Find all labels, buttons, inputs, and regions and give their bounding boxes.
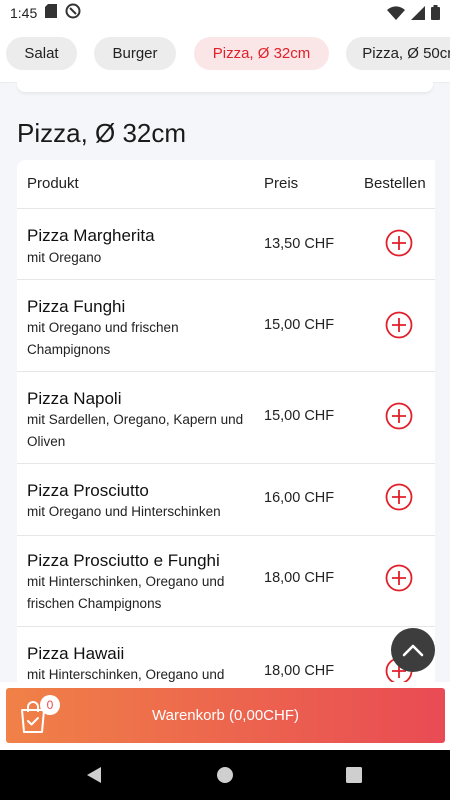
table-row: Pizza Margherita mit Oregano 13,50 CHF (17, 209, 435, 280)
header-order: Bestellen (364, 175, 426, 192)
product-price: 18,00 CHF (264, 570, 335, 586)
plus-circle-icon (385, 311, 413, 339)
sd-card-icon (45, 3, 58, 23)
product-price: 15,00 CHF (264, 317, 335, 333)
previous-section-card (17, 82, 433, 92)
plus-circle-icon (385, 564, 413, 592)
signal-icon (411, 5, 425, 25)
status-bar: 1:45 (0, 0, 450, 26)
cart-label: Warenkorb (0,00CHF) (152, 707, 299, 724)
table-header: Produkt Preis Bestellen (17, 160, 435, 209)
add-to-cart-button[interactable] (385, 483, 413, 511)
battery-icon (431, 5, 440, 25)
scroll-to-top-button[interactable] (391, 628, 435, 672)
tab-salat[interactable]: Salat (6, 37, 77, 70)
product-name: Pizza Prosciutto e Funghi (27, 551, 220, 570)
product-price: 15,00 CHF (264, 408, 335, 424)
product-description: mit Oregano und Hinterschinken (27, 504, 221, 519)
plus-circle-icon (385, 402, 413, 430)
product-description: mit Sardellen, Oregano, Kapern und Olive… (27, 412, 244, 449)
product-name: Pizza Napoli (27, 389, 122, 408)
add-to-cart-button[interactable] (385, 229, 413, 257)
product-description: mit Oregano und frischen Champignons (27, 320, 179, 357)
product-price: 13,50 CHF (264, 236, 335, 252)
plus-circle-icon (385, 483, 413, 511)
tab-pizza-50[interactable]: Pizza, Ø 50cm (346, 37, 450, 70)
product-name: Pizza Hawaii (27, 644, 125, 663)
recents-icon[interactable] (346, 767, 362, 788)
system-nav-bar (0, 750, 450, 800)
cart-bar: 0 Warenkorb (0,00CHF) (0, 682, 450, 750)
home-icon[interactable] (216, 766, 234, 789)
table-row: Pizza Prosciutto e Funghi mit Hinterschi… (17, 536, 435, 627)
sync-icon (65, 3, 81, 24)
status-time: 1:45 (10, 5, 38, 21)
plus-circle-icon (385, 229, 413, 257)
add-to-cart-button[interactable] (385, 564, 413, 592)
add-to-cart-button[interactable] (385, 311, 413, 339)
product-name: Pizza Funghi (27, 297, 126, 316)
category-tabs: Salat Burger Pizza, Ø 32cm Pizza, Ø 50cm (0, 26, 450, 83)
wifi-icon (387, 5, 405, 25)
add-to-cart-button[interactable] (385, 402, 413, 430)
product-description: mit Hinterschinken, Oregano und frischen… (27, 574, 225, 611)
tab-pizza-32[interactable]: Pizza, Ø 32cm (194, 37, 329, 70)
product-table: Produkt Preis Bestellen Pizza Margherita… (17, 160, 435, 700)
table-row: Pizza Napoli mit Sardellen, Oregano, Kap… (17, 372, 435, 464)
product-name: Pizza Prosciutto (27, 481, 149, 500)
header-price: Preis (264, 175, 299, 192)
product-price: 18,00 CHF (264, 663, 335, 679)
table-row: Pizza Funghi mit Oregano und frischen Ch… (17, 280, 435, 372)
back-icon[interactable] (86, 766, 102, 789)
section-title: Pizza, Ø 32cm (17, 118, 187, 148)
tab-burger[interactable]: Burger (94, 37, 176, 70)
cart-button[interactable]: 0 Warenkorb (0,00CHF) (6, 688, 445, 743)
table-row: Pizza Prosciutto mit Oregano und Hinters… (17, 464, 435, 536)
product-price: 16,00 CHF (264, 490, 335, 506)
chevron-up-icon (402, 644, 424, 657)
product-name: Pizza Margherita (27, 226, 155, 245)
product-description: mit Oregano (27, 250, 102, 265)
header-product: Produkt (27, 175, 79, 192)
